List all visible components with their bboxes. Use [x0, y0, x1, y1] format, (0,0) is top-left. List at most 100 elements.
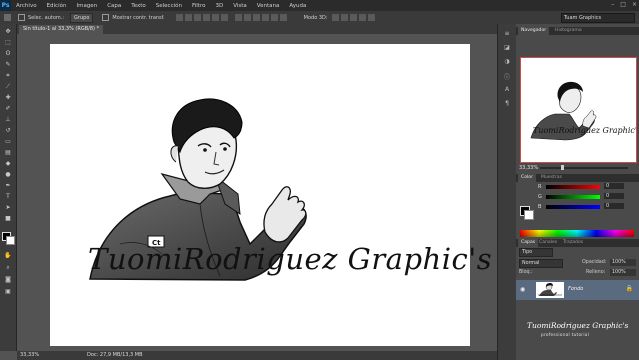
- distribute-middle-icon[interactable]: [243, 14, 251, 21]
- menu-texto[interactable]: Texto: [126, 3, 151, 9]
- auto-select-label: Selec. autom.:: [28, 14, 65, 21]
- quick-select-tool-icon[interactable]: ✎: [3, 61, 13, 69]
- path-select-tool-icon[interactable]: ➤: [3, 204, 13, 212]
- auto-select-dropdown[interactable]: Grupo: [70, 12, 94, 23]
- menu-ayuda[interactable]: Ayuda: [284, 3, 311, 9]
- layer-row[interactable]: ◉ Fondo 🔒: [516, 280, 639, 300]
- clone-stamp-tool-icon[interactable]: ⊥: [3, 116, 13, 124]
- navigator-zoom-knob[interactable]: [561, 165, 564, 170]
- transform-controls-checkbox[interactable]: [102, 14, 110, 21]
- type-tool-icon[interactable]: T: [3, 193, 13, 201]
- blend-mode-select[interactable]: Normal: [519, 259, 563, 268]
- tab-swatches[interactable]: Muestras: [538, 174, 565, 182]
- menu-edicion[interactable]: Edición: [42, 3, 72, 9]
- color-swatches[interactable]: [2, 232, 15, 245]
- hand-tool-icon[interactable]: ✋: [3, 252, 13, 260]
- tab-histogram[interactable]: Histograma: [552, 27, 585, 35]
- character-panel-icon[interactable]: A: [502, 86, 512, 94]
- menu-vista[interactable]: Vista: [228, 3, 252, 9]
- layers-panel-tabs: Capas Canales Trazados: [516, 239, 639, 247]
- gradient-tool-icon[interactable]: ▤: [3, 149, 13, 157]
- align-top-icon[interactable]: [175, 14, 183, 21]
- color-slider-b[interactable]: [546, 205, 600, 209]
- menu-ventana[interactable]: Ventana: [252, 3, 285, 9]
- close-button[interactable]: ×: [632, 1, 637, 8]
- color-label-g: G: [538, 194, 542, 200]
- artwork-signature-text: TuomiRodriguez Graphic's: [88, 242, 493, 276]
- align-center-icon[interactable]: [211, 14, 219, 21]
- 3d-pan-icon[interactable]: [349, 14, 357, 21]
- align-middle-icon[interactable]: [184, 14, 192, 21]
- tab-paths[interactable]: Trazados: [560, 239, 586, 247]
- blur-tool-icon[interactable]: ◆: [3, 160, 13, 168]
- navigator-zoom-slider[interactable]: [540, 167, 628, 169]
- 3d-rotate-icon[interactable]: [331, 14, 339, 21]
- auto-select-checkbox[interactable]: [18, 14, 25, 21]
- eraser-tool-icon[interactable]: ▭: [3, 138, 13, 146]
- menu-imagen[interactable]: Imagen: [71, 3, 102, 9]
- align-bottom-icon[interactable]: [193, 14, 201, 21]
- adjustments-panel-icon[interactable]: ◑: [502, 58, 512, 66]
- minimize-button[interactable]: –: [611, 1, 614, 8]
- move-tool-preset-icon[interactable]: [4, 14, 11, 21]
- status-doc-info[interactable]: Doc: 27,9 MB/13,3 MB: [87, 352, 143, 358]
- maximize-button[interactable]: □: [620, 1, 626, 8]
- app-logo[interactable]: Ps: [0, 0, 11, 11]
- paragraph-panel-icon[interactable]: ¶: [502, 100, 512, 108]
- move-tool-icon[interactable]: ✥: [3, 28, 13, 36]
- document-canvas[interactable]: Ct TuomiRodriguez Graphic's: [50, 44, 492, 346]
- navigator-zoom-value[interactable]: 33,33%: [519, 165, 538, 171]
- layer-name[interactable]: Fondo: [568, 286, 583, 292]
- layer-filter-select[interactable]: Tipo: [519, 248, 553, 257]
- color-value-b[interactable]: 0: [604, 203, 624, 209]
- 3d-scale-icon[interactable]: [367, 14, 375, 21]
- document-tab[interactable]: Sin título-1 al 33,3% (RGB/8) *: [19, 25, 104, 34]
- history-panel-icon[interactable]: ≡: [502, 30, 512, 38]
- tab-color[interactable]: Color: [518, 174, 536, 182]
- status-zoom[interactable]: 33,33%: [20, 352, 39, 358]
- distribute-center-icon[interactable]: [270, 14, 278, 21]
- tab-navigator[interactable]: Navegador: [518, 27, 550, 35]
- zoom-tool-icon[interactable]: ⌕: [3, 264, 13, 272]
- healing-brush-tool-icon[interactable]: ✚: [3, 94, 13, 102]
- quick-mask-icon[interactable]: ◙: [3, 276, 13, 284]
- lasso-tool-icon[interactable]: ʘ: [3, 50, 13, 58]
- menu-archivo[interactable]: Archivo: [11, 3, 42, 9]
- shape-tool-icon[interactable]: ■: [3, 215, 13, 223]
- distribute-top-icon[interactable]: [234, 14, 242, 21]
- 3d-slide-icon[interactable]: [358, 14, 366, 21]
- menu-capa[interactable]: Capa: [102, 3, 126, 9]
- distribute-right-icon[interactable]: [279, 14, 287, 21]
- 3d-roll-icon[interactable]: [340, 14, 348, 21]
- color-value-g[interactable]: 0: [604, 193, 624, 199]
- align-right-icon[interactable]: [220, 14, 228, 21]
- screen-mode-icon[interactable]: ▣: [3, 288, 13, 296]
- brush-tool-icon[interactable]: ✐: [3, 105, 13, 113]
- workspace-select[interactable]: Tuam Graphics: [561, 13, 635, 23]
- info-panel-icon[interactable]: ⓘ: [502, 72, 512, 81]
- align-left-icon[interactable]: [202, 14, 210, 21]
- menu-3d[interactable]: 3D: [210, 3, 228, 9]
- background-color-swatch[interactable]: [6, 236, 15, 245]
- dodge-tool-icon[interactable]: ●: [3, 171, 13, 179]
- panel-background-swatch[interactable]: [524, 210, 534, 220]
- opacity-label: Opacidad:: [582, 260, 607, 265]
- eye-icon[interactable]: ◉: [520, 286, 525, 293]
- history-brush-tool-icon[interactable]: ↺: [3, 127, 13, 135]
- eyedropper-tool-icon[interactable]: ⟋: [3, 83, 13, 91]
- menu-seleccion[interactable]: Selección: [151, 3, 187, 9]
- distribute-left-icon[interactable]: [261, 14, 269, 21]
- distribute-bottom-icon[interactable]: [252, 14, 260, 21]
- color-value-r[interactable]: 0: [604, 183, 624, 189]
- color-slider-g[interactable]: [546, 195, 600, 199]
- navigator-thumbnail[interactable]: TuomiRodriguez Graphic's: [520, 57, 637, 163]
- properties-panel-icon[interactable]: ◪: [502, 44, 512, 52]
- marquee-tool-icon[interactable]: ⬚: [3, 39, 13, 47]
- opacity-field[interactable]: 100%: [610, 259, 636, 266]
- menu-filtro[interactable]: Filtro: [187, 3, 210, 9]
- fill-field[interactable]: 100%: [610, 269, 636, 276]
- crop-tool-icon[interactable]: ⌗: [3, 72, 13, 80]
- tab-channels[interactable]: Canales: [536, 239, 560, 247]
- color-slider-r[interactable]: [546, 185, 600, 189]
- pen-tool-icon[interactable]: ✒: [3, 182, 13, 190]
